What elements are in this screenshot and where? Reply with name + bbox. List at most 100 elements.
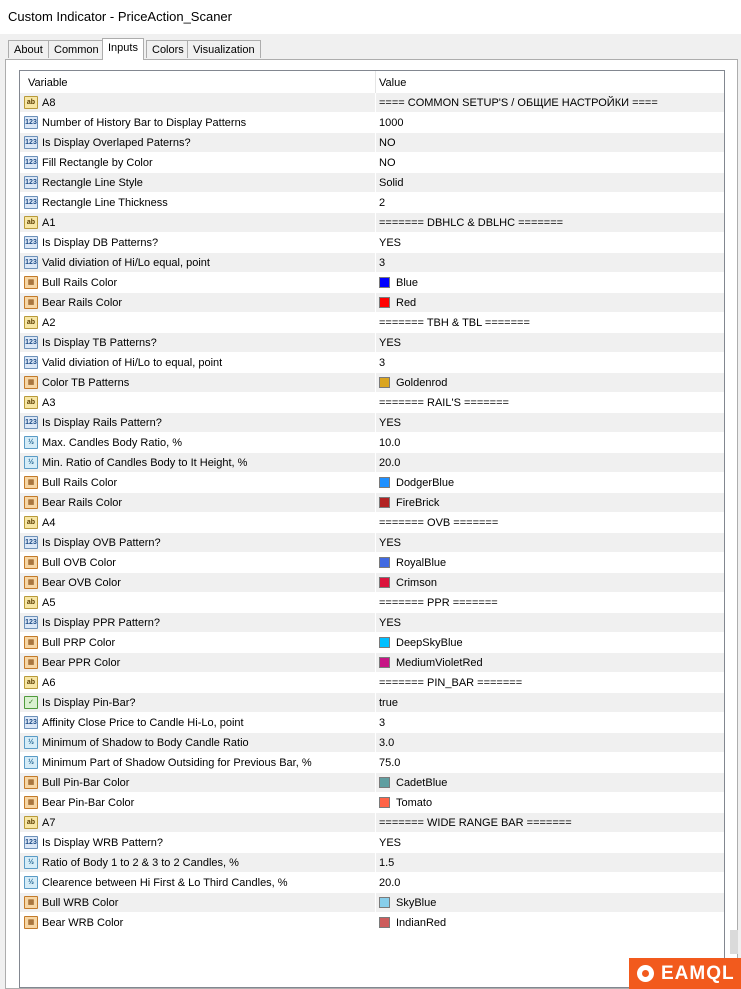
value-cell[interactable]: CadetBlue <box>396 777 447 789</box>
color-swatch[interactable] <box>379 277 390 288</box>
value-cell[interactable]: Goldenrod <box>396 377 447 389</box>
input-row[interactable]: ▦ Bull PRP Color DeepSkyBlue <box>20 633 724 653</box>
value-cell[interactable]: DodgerBlue <box>396 477 454 489</box>
color-swatch[interactable] <box>379 897 390 908</box>
value-cell[interactable]: Red <box>396 297 416 309</box>
resize-grip[interactable] <box>730 930 738 954</box>
input-row[interactable]: 123 Valid diviation of Hi/Lo equal, point… <box>20 253 724 273</box>
value-cell[interactable]: ======= TBH & TBL ======= <box>379 317 530 329</box>
value-cell[interactable]: YES <box>379 837 401 849</box>
input-row[interactable]: ½ Min. Ratio of Candles Body to It Height… <box>20 453 724 473</box>
input-row[interactable]: ½ Max. Candles Body Ratio, % 10.0 <box>20 433 724 453</box>
input-row[interactable]: ▦ Bear WRB Color IndianRed <box>20 913 724 933</box>
value-cell[interactable]: 3.0 <box>379 737 394 749</box>
value-cell[interactable]: 3 <box>379 717 385 729</box>
input-row[interactable]: ab A8 ==== COMMON SETUP'S / ОБЩИЕ НАСТРОЙК… <box>20 93 724 113</box>
value-cell[interactable]: YES <box>379 337 401 349</box>
value-cell[interactable]: YES <box>379 537 401 549</box>
tab-colors[interactable]: Colors <box>146 40 190 58</box>
input-row[interactable]: 123 Is Display DB Patterns? YES <box>20 233 724 253</box>
input-row[interactable]: ▦ Bear Pin-Bar Color Tomato <box>20 793 724 813</box>
value-cell[interactable]: Crimson <box>396 577 437 589</box>
input-row[interactable]: 123 Is Display WRB Pattern? YES <box>20 833 724 853</box>
input-row[interactable]: 123 Is Display PPR Pattern? YES <box>20 613 724 633</box>
tab-visualization[interactable]: Visualization <box>187 40 261 58</box>
value-cell[interactable]: 1000 <box>379 117 403 129</box>
color-swatch[interactable] <box>379 297 390 308</box>
input-row[interactable]: ▦ Color TB Patterns Goldenrod <box>20 373 724 393</box>
input-row[interactable]: 123 Number of History Bar to Display Patt… <box>20 113 724 133</box>
column-header-value[interactable]: Value <box>379 77 406 89</box>
value-cell[interactable]: 3 <box>379 357 385 369</box>
input-row[interactable]: ▦ Bear Rails Color Red <box>20 293 724 313</box>
value-cell[interactable]: SkyBlue <box>396 897 436 909</box>
value-cell[interactable]: YES <box>379 417 401 429</box>
value-cell[interactable]: ======= OVB ======= <box>379 517 498 529</box>
input-row[interactable]: ab A2 ======= TBH & TBL ======= <box>20 313 724 333</box>
value-cell[interactable]: 20.0 <box>379 457 400 469</box>
value-cell[interactable]: MediumVioletRed <box>396 657 483 669</box>
input-row[interactable]: ▦ Bull WRB Color SkyBlue <box>20 893 724 913</box>
input-row[interactable]: ab A6 ======= PIN_BAR ======= <box>20 673 724 693</box>
input-row[interactable]: 123 Is Display TB Patterns? YES <box>20 333 724 353</box>
value-cell[interactable]: YES <box>379 617 401 629</box>
color-swatch[interactable] <box>379 557 390 568</box>
value-cell[interactable]: Tomato <box>396 797 432 809</box>
color-swatch[interactable] <box>379 917 390 928</box>
tab-inputs[interactable]: Inputs <box>102 38 144 60</box>
input-row[interactable]: ▦ Bull OVB Color RoyalBlue <box>20 553 724 573</box>
input-row[interactable]: ▦ Bull Pin-Bar Color CadetBlue <box>20 773 724 793</box>
input-row[interactable]: ½ Minimum Part of Shadow Outsiding for Pr… <box>20 753 724 773</box>
value-cell[interactable]: NO <box>379 137 396 149</box>
input-row[interactable]: 123 Valid diviation of Hi/Lo to equal, po… <box>20 353 724 373</box>
value-cell[interactable]: RoyalBlue <box>396 557 446 569</box>
color-swatch[interactable] <box>379 577 390 588</box>
value-cell[interactable]: Blue <box>396 277 418 289</box>
value-cell[interactable]: NO <box>379 157 396 169</box>
input-row[interactable]: ▦ Bear OVB Color Crimson <box>20 573 724 593</box>
input-row[interactable]: 123 Rectangle Line Style Solid <box>20 173 724 193</box>
tab-common[interactable]: Common <box>48 40 105 58</box>
input-row[interactable]: 123 Is Display Overlaped Paterns? NO <box>20 133 724 153</box>
input-row[interactable]: 123 Fill Rectangle by Color NO <box>20 153 724 173</box>
color-swatch[interactable] <box>379 657 390 668</box>
value-cell[interactable]: 10.0 <box>379 437 400 449</box>
color-swatch[interactable] <box>379 477 390 488</box>
tab-about[interactable]: About <box>8 40 49 58</box>
input-row[interactable]: ab A1 ======= DBHLC & DBLHC ======= <box>20 213 724 233</box>
value-cell[interactable]: DeepSkyBlue <box>396 637 463 649</box>
input-row[interactable]: 123 Is Display Rails Pattern? YES <box>20 413 724 433</box>
color-swatch[interactable] <box>379 797 390 808</box>
input-row[interactable]: ▦ Bull Rails Color Blue <box>20 273 724 293</box>
color-swatch[interactable] <box>379 777 390 788</box>
color-swatch[interactable] <box>379 637 390 648</box>
input-row[interactable]: ✓ Is Display Pin-Bar? true <box>20 693 724 713</box>
value-cell[interactable]: 2 <box>379 197 385 209</box>
input-row[interactable]: ▦ Bull Rails Color DodgerBlue <box>20 473 724 493</box>
value-cell[interactable]: ======= PPR ======= <box>379 597 498 609</box>
input-row[interactable]: 123 Rectangle Line Thickness 2 <box>20 193 724 213</box>
input-row[interactable]: ▦ Bear Rails Color FireBrick <box>20 493 724 513</box>
input-row[interactable]: ab A3 ======= RAIL'S ======= <box>20 393 724 413</box>
value-cell[interactable]: ======= PIN_BAR ======= <box>379 677 522 689</box>
input-row[interactable]: 123 Affinity Close Price to Candle Hi-Lo,… <box>20 713 724 733</box>
value-cell[interactable]: IndianRed <box>396 917 446 929</box>
column-header-variable[interactable]: Variable <box>28 77 68 89</box>
input-row[interactable]: 123 Is Display OVB Pattern? YES <box>20 533 724 553</box>
input-row[interactable]: ab A5 ======= PPR ======= <box>20 593 724 613</box>
value-cell[interactable]: true <box>379 697 398 709</box>
input-row[interactable]: ½ Clearence between Hi First & Lo Third C… <box>20 873 724 893</box>
input-row[interactable]: ab A7 ======= WIDE RANGE BAR ======= <box>20 813 724 833</box>
color-swatch[interactable] <box>379 497 390 508</box>
input-row[interactable]: ½ Ratio of Body 1 to 2 & 3 to 2 Candles, … <box>20 853 724 873</box>
value-cell[interactable]: 1.5 <box>379 857 394 869</box>
value-cell[interactable]: ======= DBHLC & DBLHC ======= <box>379 217 563 229</box>
input-row[interactable]: ab A4 ======= OVB ======= <box>20 513 724 533</box>
column-divider[interactable] <box>375 71 376 93</box>
value-cell[interactable]: 3 <box>379 257 385 269</box>
value-cell[interactable]: YES <box>379 237 401 249</box>
value-cell[interactable]: ==== COMMON SETUP'S / ОБЩИЕ НАСТРОЙКИ ==… <box>379 97 658 109</box>
input-row[interactable]: ½ Minimum of Shadow to Body Candle Ratio 3… <box>20 733 724 753</box>
color-swatch[interactable] <box>379 377 390 388</box>
value-cell[interactable]: 75.0 <box>379 757 400 769</box>
